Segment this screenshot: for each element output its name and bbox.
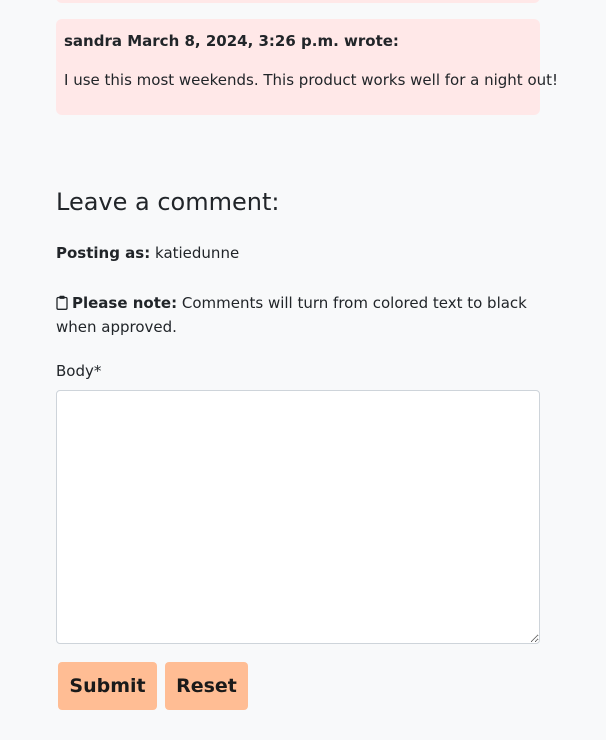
page: sandra March 8, 2024, 3:26 p.m. wrote: I… [0,0,606,740]
body-label: Body* [56,362,102,380]
comment-header: sandra March 8, 2024, 3:26 p.m. wrote: [64,31,532,51]
approval-note: Please note: Comments will turn from col… [56,291,546,339]
comment-date: March 8, 2024, 3:26 p.m. [127,32,339,50]
body-textarea[interactable] [56,390,540,644]
comment-author: sandra [64,32,122,50]
posting-as: Posting as: katiedunne [56,243,239,263]
clipboard-icon [56,293,68,310]
posting-as-label: Posting as: [56,244,151,262]
comment-suffix: wrote: [344,32,399,50]
submit-button[interactable]: Submit [58,662,157,710]
comment-card: sandra March 8, 2024, 3:26 p.m. wrote: I… [56,19,559,115]
note-label: Please note: [72,294,178,312]
previous-comment-card [56,0,540,3]
comment-body: I use this most weekends. This product w… [64,71,559,89]
posting-as-username: katiedunne [155,244,240,262]
leave-comment-title: Leave a comment: [56,188,280,216]
reset-button[interactable]: Reset [165,662,248,710]
